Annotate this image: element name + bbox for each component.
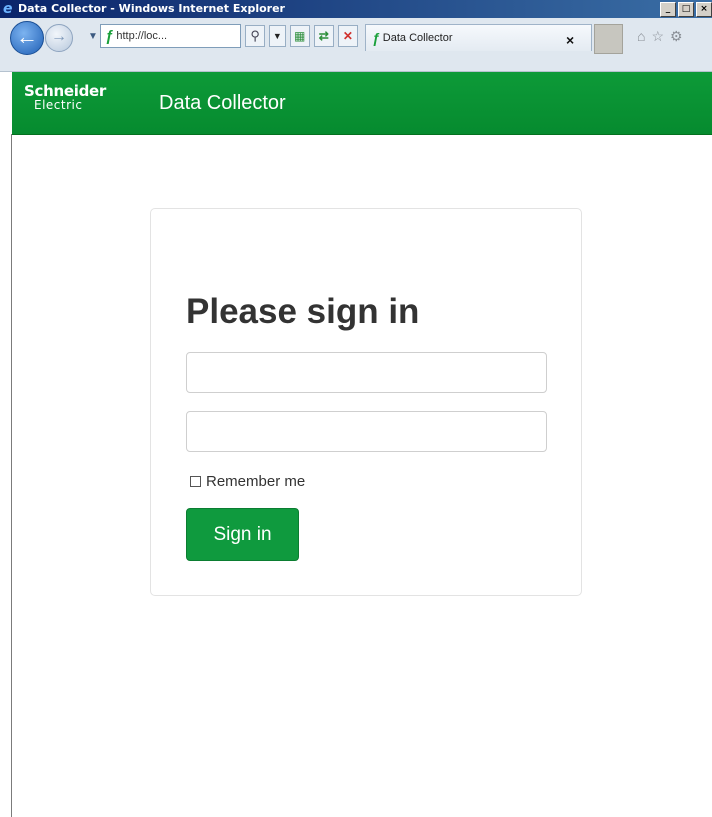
address-text: http://loc... [116, 30, 168, 42]
address-field[interactable]: ƒ http://loc... [100, 24, 242, 48]
stop-icon[interactable]: ✕ [337, 25, 359, 47]
brand-subname: Electric [34, 98, 83, 112]
tab-close-icon[interactable]: × [566, 32, 574, 48]
compatibility-view-icon[interactable]: ▦ [289, 25, 310, 47]
password-input[interactable] [186, 411, 547, 452]
remember-me-label: Remember me [206, 473, 306, 490]
sign-in-button[interactable]: Sign in [186, 508, 299, 561]
address-bar: ƒ http://loc... ⚲ ▼ ▦ ⇄ ✕ [100, 23, 359, 49]
page-left-border [11, 134, 12, 817]
history-dropdown-icon[interactable]: ▼ [88, 31, 98, 42]
forward-arrow-icon[interactable]: → [45, 24, 73, 52]
schneider-electric-logo: Schneider Electric [24, 83, 106, 111]
refresh-icon[interactable]: ⇄ [313, 25, 334, 47]
window-controls: _ □ × [660, 2, 712, 17]
login-heading: Please sign in [186, 292, 420, 331]
search-icon[interactable]: ⚲ [245, 25, 266, 47]
new-tab-button[interactable] [594, 24, 623, 54]
site-favicon-icon: ƒ [105, 27, 114, 45]
browser-tools: ⌂ ☆ ⚙ [637, 28, 683, 45]
window-title: Data Collector - Windows Internet Explor… [18, 2, 285, 15]
browser-navigation-bar: ← → ▼ ƒ http://loc... ⚲ ▼ ▦ ⇄ ✕ ƒ Data C… [0, 18, 712, 72]
app-title: Data Collector [159, 92, 286, 114]
username-input[interactable] [186, 352, 547, 393]
remember-me-option[interactable]: Remember me [190, 473, 305, 490]
gear-icon[interactable]: ⚙ [670, 28, 683, 45]
tab-title: Data Collector [382, 32, 453, 44]
remember-me-checkbox[interactable] [190, 476, 201, 487]
minimize-button[interactable]: _ [660, 2, 676, 17]
address-dropdown-icon[interactable]: ▼ [269, 25, 286, 47]
brand-name: Schneider [24, 82, 106, 100]
favorites-star-icon[interactable]: ☆ [651, 28, 664, 45]
close-window-button[interactable]: × [696, 2, 712, 17]
window-titlebar: e Data Collector - Windows Internet Expl… [0, 0, 712, 18]
app-header: Schneider Electric Data Collector [12, 72, 712, 135]
internet-explorer-icon: e [3, 1, 13, 17]
tab-favicon-icon: ƒ [372, 30, 380, 46]
back-arrow-icon[interactable]: ← [10, 21, 44, 55]
home-icon[interactable]: ⌂ [637, 28, 645, 45]
maximize-button[interactable]: □ [678, 2, 694, 17]
browser-tab[interactable]: ƒ Data Collector [365, 24, 592, 51]
